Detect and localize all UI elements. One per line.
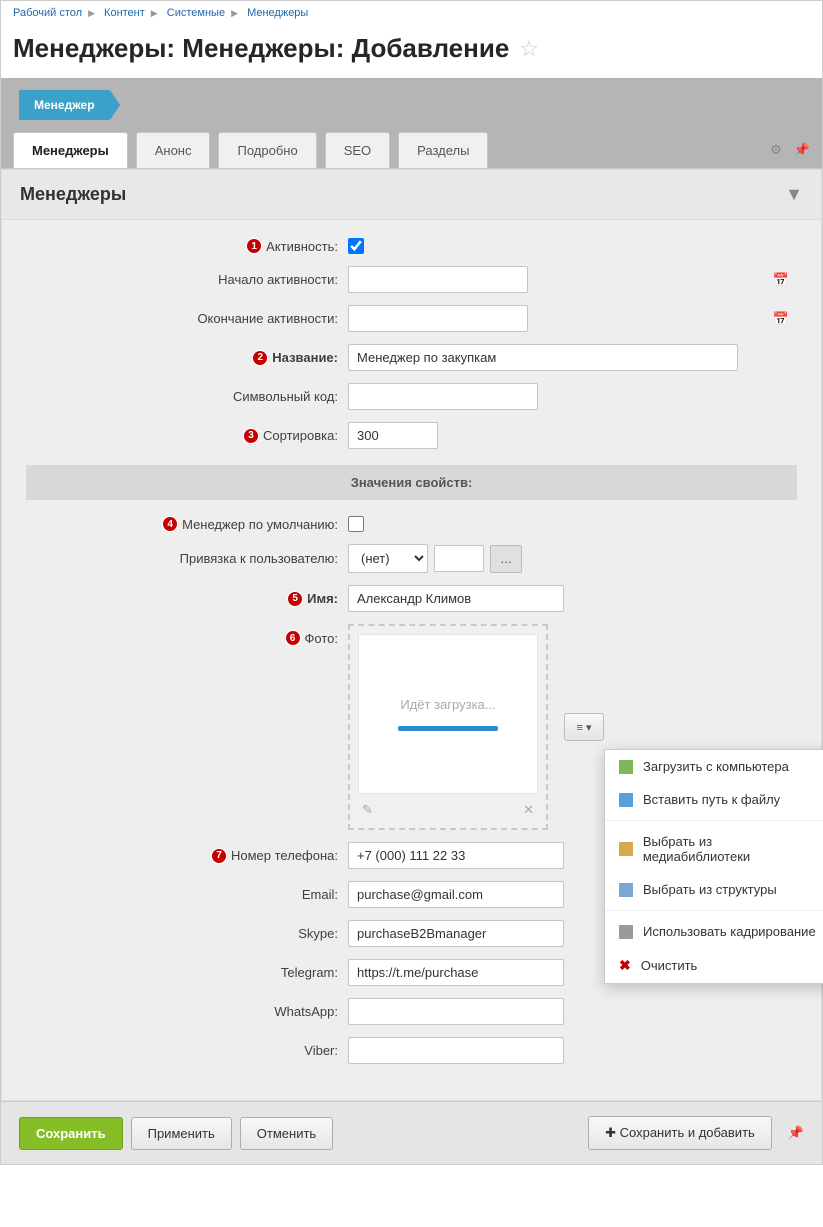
tab-seo[interactable]: SEO [325,132,390,168]
badge-5: 5 [287,591,303,607]
label-active: Активность: [266,239,338,254]
whatsapp-input[interactable] [348,998,564,1025]
viber-input[interactable] [348,1037,564,1064]
badge-6: 6 [285,630,301,646]
menu-path[interactable]: Вставить путь к файлу [605,783,823,816]
page-title: Менеджеры: Менеджеры: Добавление [13,33,509,64]
code-input[interactable] [348,383,538,410]
photo-loading-text: Идёт загрузка... [400,697,495,712]
panel-title: Менеджеры [20,184,126,205]
name-input[interactable] [348,344,738,371]
label-whatsapp: WhatsApp: [274,1004,338,1019]
menu-clear[interactable]: ✖Очистить [605,948,823,983]
badge-4: 4 [162,516,178,532]
pencil-icon[interactable]: ✎ [362,802,373,818]
close-icon[interactable]: ✕ [523,802,534,818]
label-iname: Имя: [307,591,338,606]
label-email: Email: [302,887,338,902]
start-date-input[interactable] [348,266,528,293]
label-code: Символьный код: [233,389,338,404]
save-button[interactable]: Сохранить [19,1117,123,1150]
media-icon [619,842,633,856]
menu-media[interactable]: Выбрать из медиабиблиотеки [605,825,823,873]
active-checkbox[interactable] [348,238,364,254]
label-phone: Номер телефона: [231,848,338,863]
badge-7: 7 [211,848,227,864]
crumb-system[interactable]: Системные [167,7,225,19]
upload-icon [619,760,633,774]
tab-announce[interactable]: Анонс [136,132,211,168]
label-skype: Skype: [298,926,338,941]
phone-input[interactable] [348,842,564,869]
iname-input[interactable] [348,585,564,612]
breadcrumb: Рабочий стол▶ Контент▶ Системные▶ Менедж… [1,1,822,25]
end-date-input[interactable] [348,305,528,332]
menu-crop[interactable]: Использовать кадрирование [605,915,823,948]
save-add-button[interactable]: ✚ Сохранить и добавить [588,1116,772,1150]
label-photo: Фото: [305,631,338,646]
ribbon-badge[interactable]: Менеджер [19,90,110,120]
clear-icon: ✖ [619,957,631,974]
download-icon [619,793,633,807]
label-viber: Viber: [304,1043,338,1058]
tabs: Менеджеры Анонс Подробно SEO Разделы ⚙ 📌 [1,132,822,169]
menu-struct[interactable]: Выбрать из структуры [605,873,823,906]
menu-upload[interactable]: Загрузить с компьютера [605,750,823,783]
gear-icon[interactable]: ⚙ [770,142,782,158]
label-end: Окончание активности: [197,311,338,326]
calendar-icon[interactable]: 📅 [773,272,789,288]
structure-icon [619,883,633,897]
favorite-star-icon[interactable]: ☆ [519,36,539,62]
badge-2: 2 [252,350,268,366]
skype-input[interactable] [348,920,564,947]
sort-input[interactable] [348,422,438,449]
label-name: Название: [272,350,338,365]
label-user-bind: Привязка к пользователю: [180,551,338,566]
email-input[interactable] [348,881,564,908]
label-sort: Сортировка: [263,428,338,443]
user-bind-browse-button[interactable]: ... [490,545,522,573]
user-bind-id-input[interactable] [434,545,484,572]
crop-icon [619,925,633,939]
calendar-icon[interactable]: 📅 [773,311,789,327]
crumb-managers[interactable]: Менеджеры [247,7,308,19]
cancel-button[interactable]: Отменить [240,1117,333,1150]
label-default-mgr: Менеджер по умолчанию: [182,517,338,532]
photo-progress-bar [398,726,498,731]
tab-managers[interactable]: Менеджеры [13,132,128,168]
label-start: Начало активности: [218,272,338,287]
badge-3: 3 [243,428,259,444]
collapse-icon[interactable]: ▼ [785,184,803,205]
tab-sections[interactable]: Разделы [398,132,488,168]
crumb-content[interactable]: Контент [104,7,145,19]
label-telegram: Telegram: [281,965,338,980]
crumb-desktop[interactable]: Рабочий стол [13,7,82,19]
footer-pin-icon[interactable]: 📌 [788,1125,804,1141]
props-separator: Значения свойств: [26,465,797,500]
photo-menu-button[interactable]: ≡ ▾ [564,713,604,741]
user-bind-select[interactable]: (нет) [348,544,428,573]
photo-dropzone[interactable]: Идёт загрузка... ✎ ✕ [348,624,548,830]
pin-icon[interactable]: 📌 [794,142,810,158]
footer-bar: Сохранить Применить Отменить ✚ Сохранить… [1,1101,822,1164]
badge-1: 1 [246,238,262,254]
default-mgr-checkbox[interactable] [348,516,364,532]
apply-button[interactable]: Применить [131,1117,232,1150]
tab-detail[interactable]: Подробно [218,132,316,168]
telegram-input[interactable] [348,959,564,986]
photo-menu-popup: Загрузить с компьютера Вставить путь к ф… [604,749,823,984]
